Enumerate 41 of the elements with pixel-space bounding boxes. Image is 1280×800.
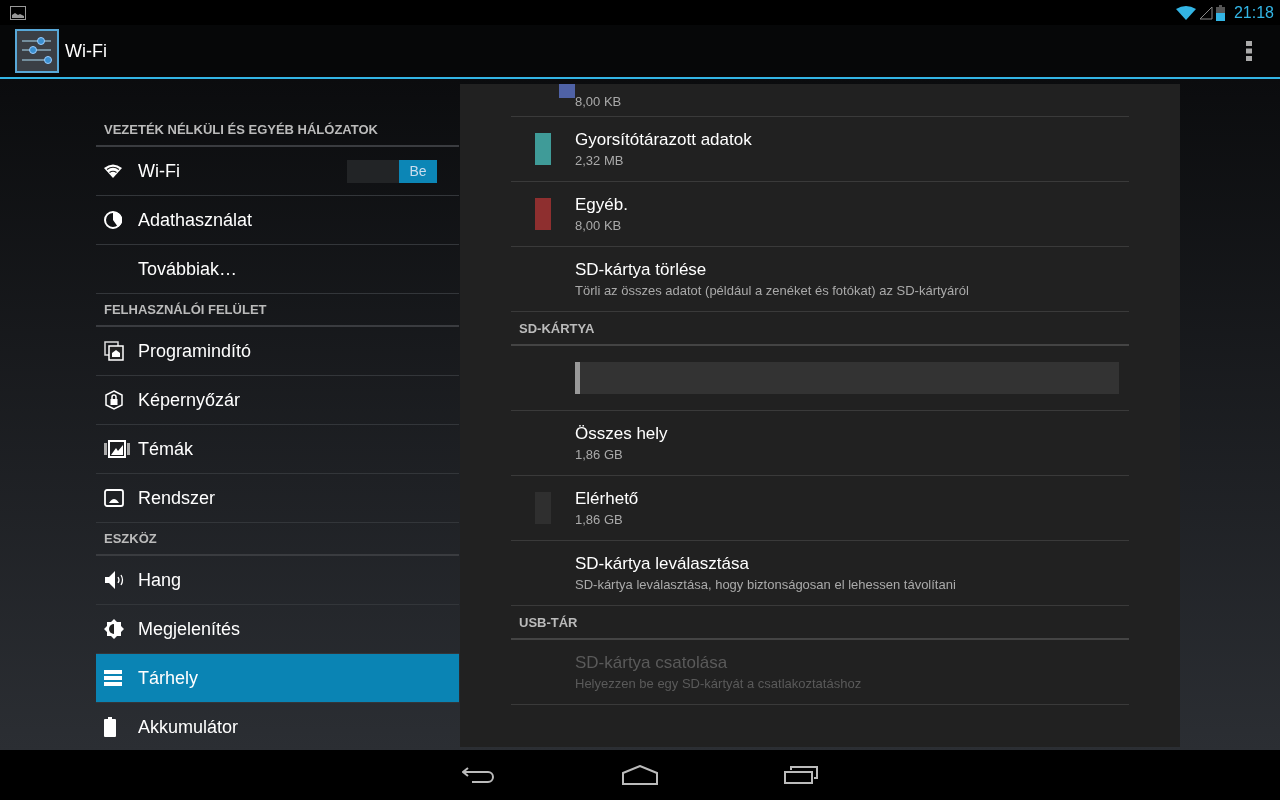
settings-item[interactable]: Rendszer [96, 474, 459, 523]
storage-icon [104, 670, 122, 686]
size-value: 8,00 KB [575, 94, 622, 109]
home-icon[interactable] [622, 765, 658, 785]
settings-item[interactable]: Továbbiak… [96, 245, 459, 294]
cell-signal-icon [1198, 5, 1213, 20]
overflow-menu-icon[interactable] [1246, 41, 1252, 61]
battery-icon [1215, 4, 1225, 21]
clock-time: 21:18 [1233, 3, 1274, 22]
wifi-icon [104, 164, 122, 178]
settings-item[interactable]: Adathasználat [96, 196, 459, 245]
pie-chart-icon [104, 211, 122, 229]
section-header: ESZKÖZ [96, 523, 459, 556]
storage-item[interactable]: SD-kártya leválasztása SD-kártya leválasztása, hogy biztonságosan el lehessen távolítani [511, 541, 1129, 606]
storage-item[interactable]: Elérhető 1,86 GB [511, 476, 1129, 541]
picture-frame-icon [104, 440, 130, 458]
section-header: USB-TÁR [511, 606, 1129, 640]
settings-item[interactable]: Témák [96, 425, 459, 474]
storage-item[interactable]: Gyorsítótárazott adatok 2,32 MB [511, 117, 1129, 182]
storage-item[interactable]: SD-kártya törlése Törli az összes adatot (például a zenéket és fotókat) az SD-kártyáról [511, 247, 1129, 312]
section-header: FELHASZNÁLÓI FELÜLET [96, 294, 459, 327]
screen-title: Wi-Fi [65, 40, 108, 62]
settings-item[interactable]: Wi-Fi Be [96, 147, 459, 196]
section-header: SD-KÁRTYA [511, 312, 1129, 346]
settings-item[interactable]: Képernyőzár [96, 376, 459, 425]
settings-item[interactable]: Programindító [96, 327, 459, 376]
wifi-signal-icon [1175, 5, 1196, 20]
back-icon[interactable] [462, 766, 496, 784]
storage-item[interactable]: Egyéb. 8,00 KB [511, 182, 1129, 247]
settings-icon[interactable] [15, 29, 59, 73]
battery-icon [104, 717, 116, 737]
settings-item[interactable]: Hang [96, 556, 459, 605]
storage-item[interactable]: Összes hely 1,86 GB [511, 411, 1129, 476]
recent-apps-icon[interactable] [784, 766, 818, 784]
picture-icon [10, 5, 26, 20]
settings-item[interactable]: Tárhely [96, 654, 459, 703]
lock-icon [104, 390, 124, 410]
android-window-icon [104, 489, 124, 507]
home-window-icon [104, 341, 124, 361]
section-header: VEZETÉK NÉLKÜLI ÉS EGYÉB HÁLÓZATOK [96, 114, 459, 147]
brightness-icon [104, 619, 124, 639]
